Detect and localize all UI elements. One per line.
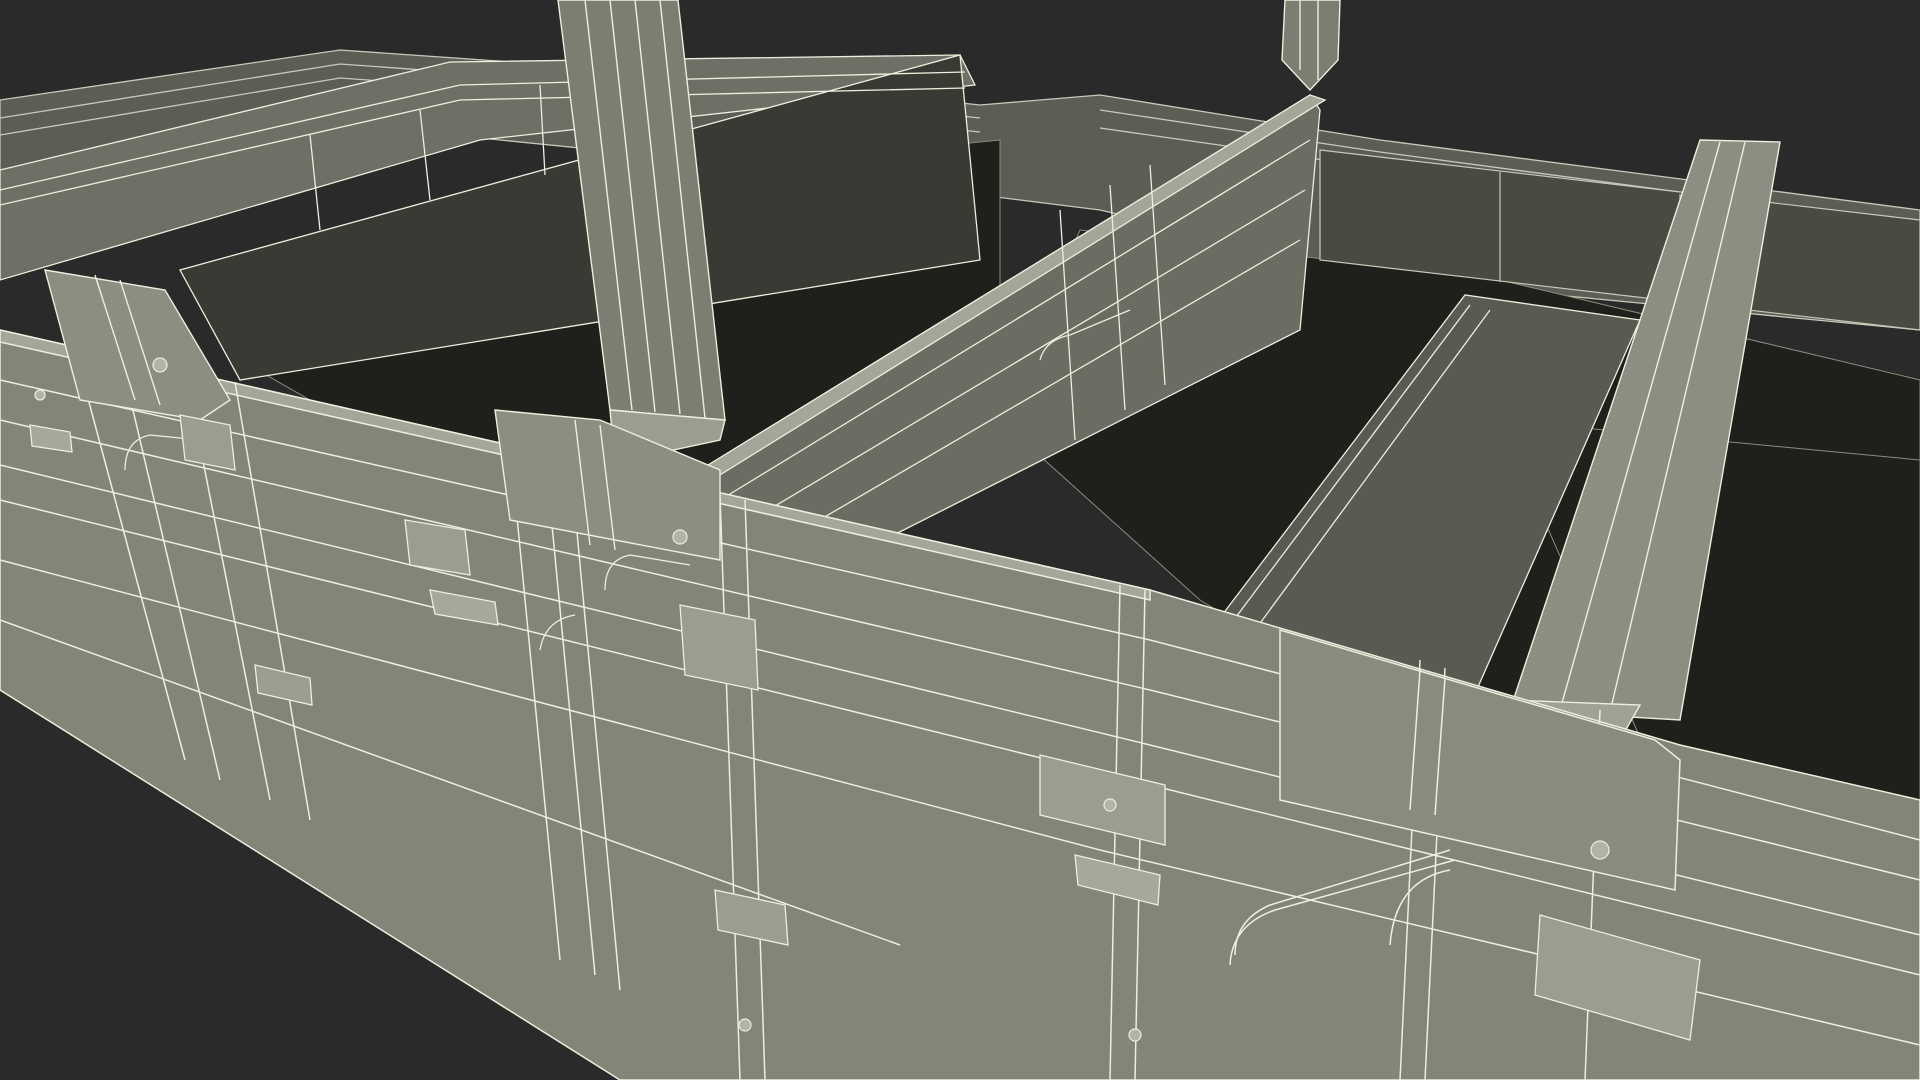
bolt <box>152 357 168 373</box>
bolt <box>1128 1028 1142 1042</box>
bolt <box>738 1018 752 1032</box>
wireframe-render <box>0 0 1920 1080</box>
bolt <box>1590 840 1610 860</box>
bolt <box>672 529 688 545</box>
bolt <box>34 389 46 401</box>
bolt <box>1103 798 1117 812</box>
